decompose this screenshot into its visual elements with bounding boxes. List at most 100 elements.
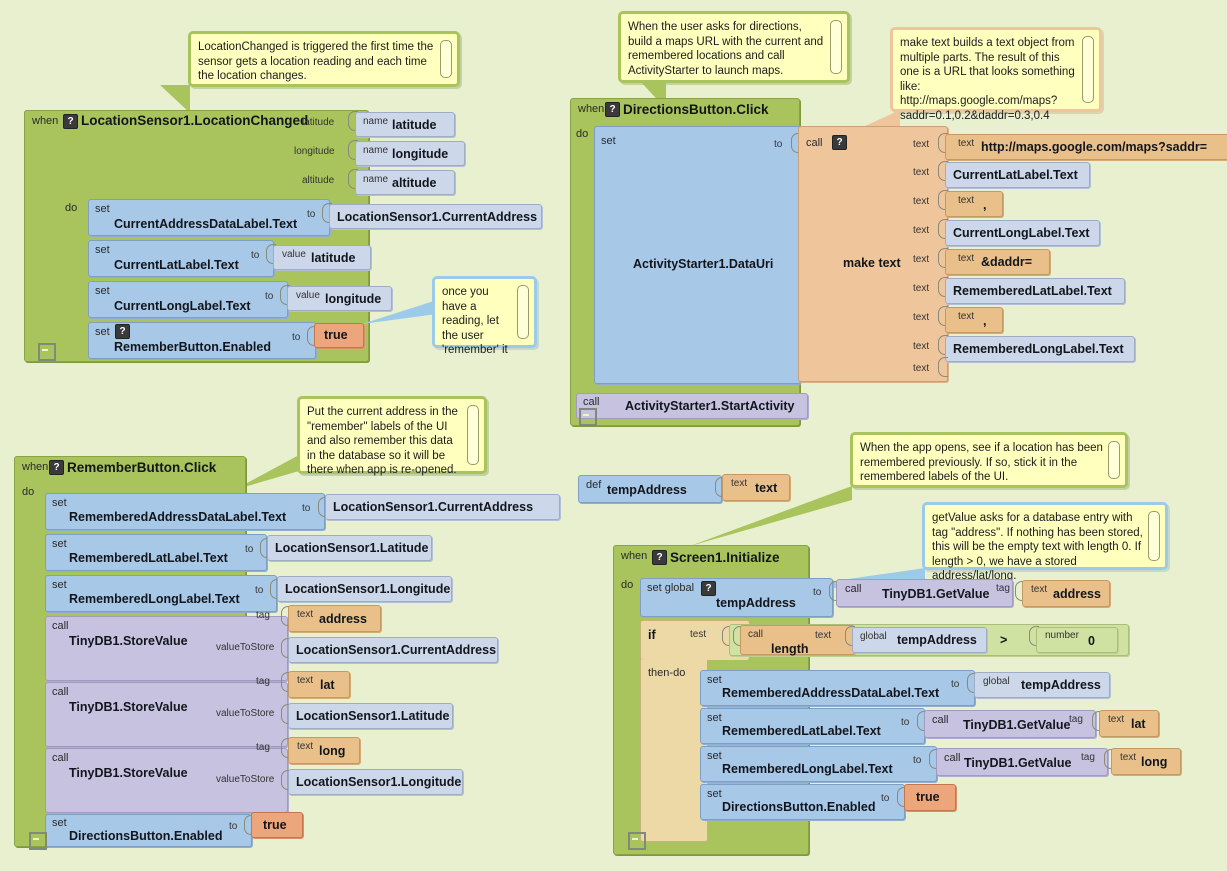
- text-value-mt-6: ,: [983, 314, 987, 328]
- set-target-t1: RememberedAddressDataLabel.Text: [722, 686, 940, 700]
- text-value-r5: lat: [320, 678, 335, 692]
- boolean-value-2: true: [263, 818, 287, 832]
- getter-value-mt-3: CurrentLongLabel.Text: [953, 226, 1090, 240]
- socket-label-mt-8: text: [913, 363, 930, 374]
- make-text-label: make text: [843, 256, 901, 270]
- set-target-t3: RememberedLongLabel.Text: [722, 762, 893, 776]
- comment-resize-grip[interactable]: [440, 40, 452, 78]
- comment-remember-click[interactable]: Put the current address in the "remember…: [297, 396, 487, 476]
- comment-screen-init[interactable]: When the app opens, see if a location ha…: [850, 432, 1128, 488]
- call-keyword-r6: call: [52, 752, 69, 764]
- set-target-r2: RememberedLatLabel.Text: [69, 551, 228, 565]
- do-keyword-directionsclick: do: [576, 128, 589, 140]
- help-icon-rememberbutton-enabled[interactable]: ?: [115, 324, 130, 339]
- comment-resize-grip[interactable]: [1108, 441, 1120, 479]
- help-icon-directionsclick[interactable]: ?: [605, 102, 620, 117]
- call-keyword-getvalue-3: call: [944, 752, 961, 764]
- comment-resize-grip[interactable]: [1082, 36, 1094, 103]
- valuetostore-label-r6: valueToStore: [216, 774, 275, 785]
- tag-label-r6: tag: [256, 742, 270, 753]
- comment-directions[interactable]: When the user asks for directions, build…: [618, 11, 850, 83]
- to-keyword-3: to: [265, 291, 274, 302]
- param-kind-latitude: name: [363, 116, 389, 127]
- comment-getvalue[interactable]: getValue asks for a database entry with …: [922, 502, 1168, 582]
- comment-location-changed[interactable]: LocationChanged is triggered the first t…: [188, 31, 460, 87]
- socket-label-mt-0: text: [913, 139, 930, 150]
- call-keyword-length: call: [748, 629, 764, 640]
- text-kind-r5: text: [297, 675, 314, 686]
- set-target-2: CurrentLatLabel.Text: [114, 258, 239, 272]
- collapse-button-locationchanged[interactable]: [38, 343, 56, 361]
- text-value-def: text: [755, 481, 778, 495]
- set-keyword-4: set: [95, 326, 110, 338]
- collapse-button-screeninit[interactable]: [628, 832, 646, 850]
- help-icon-setglobal[interactable]: ?: [701, 581, 716, 596]
- set-global-name: tempAddress: [716, 596, 796, 610]
- value-name-2: latitude: [311, 251, 356, 265]
- tag-label-getvalue-3: tag: [1081, 752, 1095, 763]
- help-icon-rememberclick[interactable]: ?: [49, 460, 64, 475]
- call-name-getvalue-3: TinyDB1.GetValue: [964, 756, 1072, 770]
- test-label: test: [690, 629, 707, 640]
- set-block-activitystarter-datauri[interactable]: [594, 126, 801, 384]
- comment-resize-grip[interactable]: [830, 20, 842, 74]
- when-keyword-4: when: [621, 550, 648, 562]
- text-value-getvalue-1: address: [1053, 587, 1101, 601]
- number-value: 0: [1088, 634, 1095, 648]
- call-name-getvalue-2: TinyDB1.GetValue: [963, 718, 1071, 732]
- comment-make-text[interactable]: make text builds a text object from mult…: [890, 27, 1102, 122]
- help-icon-locationchanged[interactable]: ?: [63, 114, 78, 129]
- to-keyword-r1: to: [302, 503, 311, 514]
- comment-text: When the user asks for directions, build…: [628, 21, 824, 77]
- global-value-1: tempAddress: [897, 633, 977, 647]
- comment-resize-grip[interactable]: [517, 285, 529, 339]
- to-keyword-t1: to: [951, 679, 960, 690]
- socket-label-length-text: text: [815, 630, 832, 641]
- event-name-locationchanged: LocationSensor1.LocationChanged: [81, 113, 309, 128]
- getter-value-mt-5: RememberedLatLabel.Text: [953, 284, 1112, 298]
- comment-text: getValue asks for a database entry with …: [932, 512, 1143, 582]
- tag-label-getvalue-1: tag: [996, 583, 1010, 594]
- text-value-r6: long: [319, 744, 346, 758]
- param-kind-altitude: name: [363, 174, 389, 185]
- call-name-r5: TinyDB1.StoreValue: [69, 700, 188, 714]
- comment-resize-grip[interactable]: [1148, 511, 1160, 561]
- number-kind: number: [1045, 630, 1079, 641]
- set-target-4: RememberButton.Enabled: [114, 340, 271, 354]
- socket-label-mt-7: text: [913, 341, 930, 352]
- do-keyword-locationchanged: do: [65, 202, 78, 214]
- comment-text: LocationChanged is triggered the first t…: [198, 41, 434, 82]
- to-keyword-datauri: to: [774, 139, 783, 150]
- text-kind-mt-4: text: [958, 253, 975, 264]
- set-keyword-r7: set: [52, 817, 67, 829]
- set-keyword-r2: set: [52, 538, 67, 550]
- call-keyword-r4: call: [52, 620, 69, 632]
- text-kind-getvalue-1: text: [1031, 584, 1048, 595]
- set-target-r3: RememberedLongLabel.Text: [69, 592, 240, 606]
- when-keyword-2: when: [578, 103, 605, 115]
- def-name-tempaddress: tempAddress: [607, 483, 687, 497]
- to-keyword-1: to: [307, 209, 316, 220]
- set-keyword-2: set: [95, 244, 110, 256]
- socket-label-mt-4: text: [913, 254, 930, 265]
- comment-remember-enable[interactable]: once you have a reading, let the user 'r…: [432, 276, 537, 356]
- set-global-keyword: set global: [647, 582, 695, 594]
- help-icon-maketext[interactable]: ?: [832, 135, 847, 150]
- blocks-canvas[interactable]: LocationChanged is triggered the first t…: [0, 0, 1227, 871]
- collapse-button-rememberclick[interactable]: [29, 832, 47, 850]
- comment-resize-grip[interactable]: [467, 405, 479, 465]
- getter-value-r1: LocationSensor1.CurrentAddress: [333, 500, 534, 514]
- call-keyword-maketext: call: [806, 137, 823, 149]
- global-value-2: tempAddress: [1021, 678, 1101, 692]
- text-value-mt-4: &daddr=: [981, 255, 1033, 269]
- getter-value-r5: LocationSensor1.Latitude: [296, 709, 450, 723]
- call-keyword-r5: call: [52, 686, 69, 698]
- tag-label-getvalue-2: tag: [1069, 714, 1083, 725]
- help-icon-screeninit[interactable]: ?: [652, 550, 667, 565]
- set-keyword-r1: set: [52, 497, 67, 509]
- text-kind-getvalue-2: text: [1108, 714, 1125, 725]
- do-keyword-screeninit: do: [621, 579, 634, 591]
- to-keyword-r7: to: [229, 821, 238, 832]
- text-value-r4: address: [319, 612, 367, 626]
- collapse-button-directionsclick[interactable]: [579, 408, 597, 426]
